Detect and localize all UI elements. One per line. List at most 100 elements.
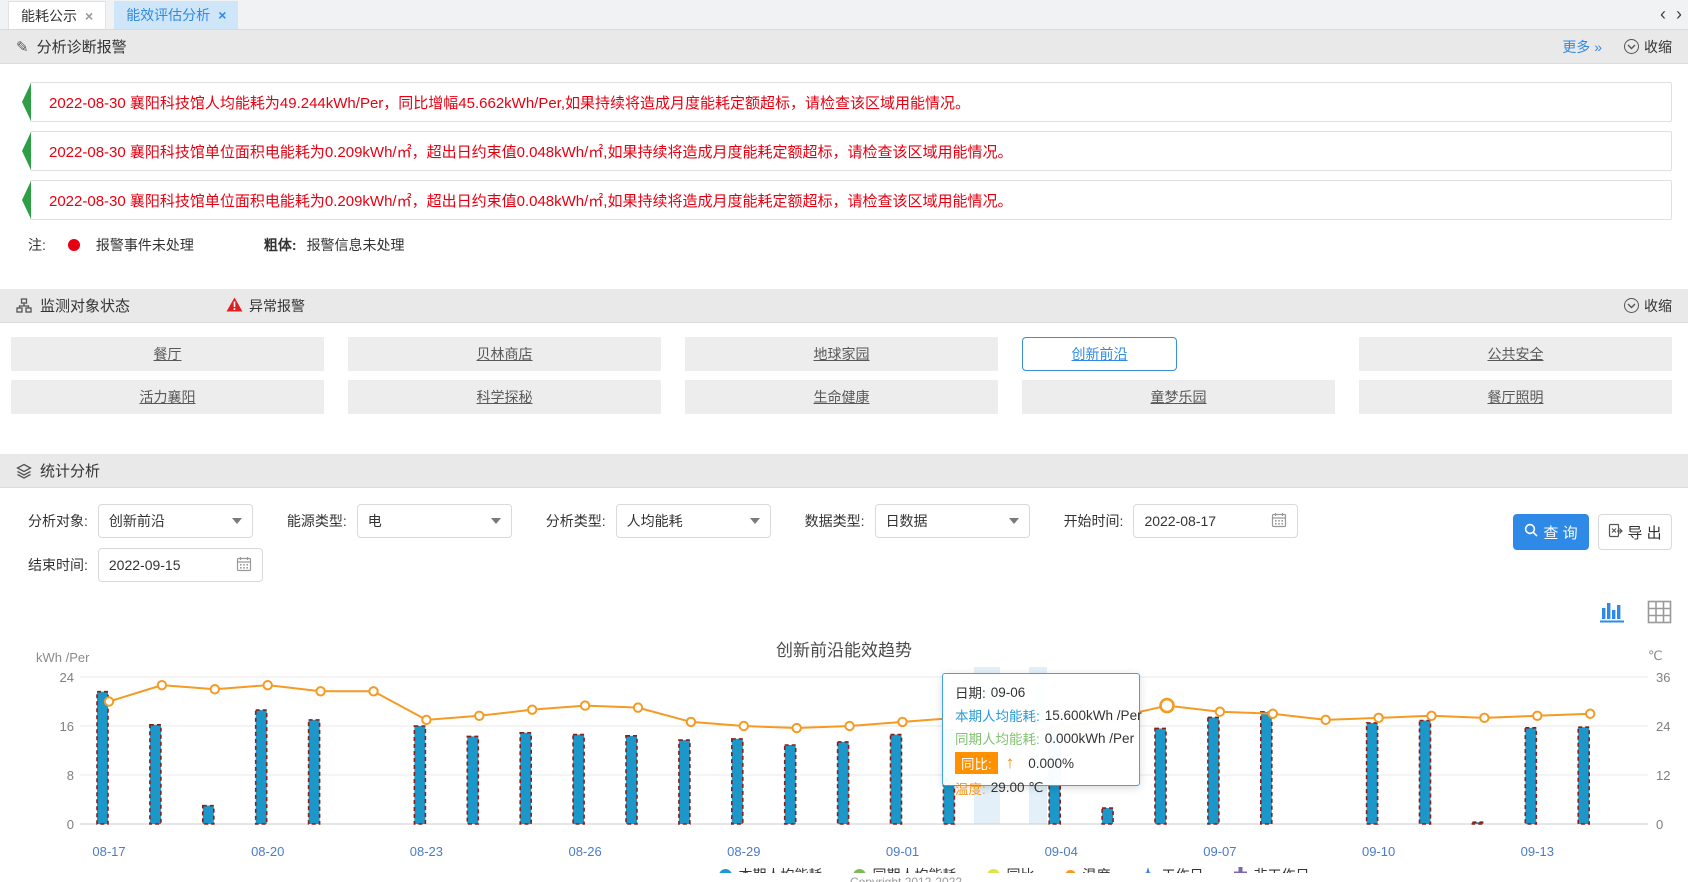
filter-value: 电 bbox=[368, 511, 491, 531]
x-axis-tick: 08-23 bbox=[410, 844, 443, 859]
bar-current-consumption[interactable] bbox=[414, 726, 425, 824]
bar-current-consumption[interactable] bbox=[679, 740, 690, 824]
collapse-button[interactable]: 收缩 bbox=[1624, 37, 1672, 57]
bar-current-consumption[interactable] bbox=[1578, 727, 1589, 824]
export-button[interactable]: 导 出 bbox=[1598, 514, 1672, 550]
alert-message: 2022-08-30 襄阳科技馆单位面积电能耗为0.209kWh/㎡，超出日约束… bbox=[49, 190, 1012, 211]
export-label: 导 出 bbox=[1627, 522, 1661, 543]
chart-view-table-icon[interactable] bbox=[1647, 600, 1672, 627]
tooltip-temp-value: 29.00 ℃ bbox=[991, 780, 1044, 796]
query-button[interactable]: 查 询 bbox=[1513, 514, 1589, 550]
close-icon[interactable]: × bbox=[85, 8, 93, 24]
green-flag-icon bbox=[22, 83, 31, 121]
temperature-point-hovered[interactable] bbox=[1161, 699, 1174, 712]
bar-current-consumption[interactable] bbox=[785, 745, 796, 824]
temperature-point[interactable] bbox=[793, 724, 801, 732]
alert-message: 2022-08-30 襄阳科技馆单位面积电能耗为0.209kWh/㎡，超出日约束… bbox=[49, 141, 1012, 162]
monitor-object-button[interactable]: 创新前沿 bbox=[1022, 337, 1177, 371]
temperature-point[interactable] bbox=[528, 705, 536, 713]
temperature-point[interactable] bbox=[845, 722, 853, 730]
y-axis-tick-left: 0 bbox=[67, 817, 74, 832]
temperature-point[interactable] bbox=[1586, 710, 1594, 718]
filter-group: 开始时间:2022-08-17 bbox=[1064, 504, 1299, 538]
tab-label: 能效评估分析 bbox=[126, 5, 210, 25]
tooltip-date: 09-06 bbox=[991, 685, 1026, 700]
bar-current-consumption[interactable] bbox=[1208, 717, 1219, 824]
bar-current-consumption[interactable] bbox=[1525, 728, 1536, 824]
tooltip-previous-value: 0.000kWh /Per bbox=[1045, 731, 1134, 746]
bar-current-consumption[interactable] bbox=[203, 806, 214, 824]
temperature-point[interactable] bbox=[1533, 712, 1541, 720]
monitor-object-button[interactable]: 餐厅照明 bbox=[1359, 380, 1672, 414]
filter-select[interactable]: 人均能耗 bbox=[616, 504, 771, 538]
temperature-point[interactable] bbox=[581, 701, 589, 709]
tab-energy-publicity[interactable]: 能耗公示 × bbox=[8, 1, 106, 29]
temperature-point[interactable] bbox=[211, 685, 219, 693]
monitor-object-button[interactable]: 餐厅 bbox=[11, 337, 324, 371]
bar-current-consumption[interactable] bbox=[626, 736, 637, 824]
monitor-object-button[interactable]: 地球家园 bbox=[685, 337, 998, 371]
temperature-point[interactable] bbox=[634, 703, 642, 711]
temperature-point[interactable] bbox=[687, 718, 695, 726]
bar-current-consumption[interactable] bbox=[467, 736, 478, 824]
tab-efficiency-analysis[interactable]: 能效评估分析 × bbox=[114, 1, 238, 29]
bar-current-consumption[interactable] bbox=[1102, 808, 1113, 824]
monitor-object-button[interactable]: 生命健康 bbox=[685, 380, 998, 414]
bar-current-consumption[interactable] bbox=[838, 742, 849, 824]
temperature-point[interactable] bbox=[316, 687, 324, 695]
temperature-point[interactable] bbox=[1269, 710, 1277, 718]
temperature-point[interactable] bbox=[740, 722, 748, 730]
chevron-left-icon[interactable]: ‹ bbox=[1660, 4, 1666, 24]
filter-select[interactable]: 创新前沿 bbox=[98, 504, 253, 538]
monitor-object-button[interactable]: 贝林商店 bbox=[348, 337, 661, 371]
monitor-object-label: 餐厅 bbox=[154, 344, 182, 364]
bar-current-consumption[interactable] bbox=[573, 735, 584, 824]
temperature-point[interactable] bbox=[1427, 712, 1435, 720]
temperature-point[interactable] bbox=[1374, 714, 1382, 722]
bar-current-consumption[interactable] bbox=[1261, 712, 1272, 824]
monitor-object-button[interactable]: 活力襄阳 bbox=[11, 380, 324, 414]
alert-item: 2022-08-30 襄阳科技馆单位面积电能耗为0.209kWh/㎡，超出日约束… bbox=[30, 131, 1672, 171]
bar-current-consumption[interactable] bbox=[1155, 728, 1166, 824]
y-axis-tick-left: 8 bbox=[67, 768, 74, 783]
temperature-point[interactable] bbox=[264, 681, 272, 689]
temperature-point[interactable] bbox=[475, 712, 483, 720]
tooltip-previous-label: 同期人均能耗: bbox=[955, 728, 1040, 748]
chevron-right-icon[interactable]: › bbox=[1676, 4, 1682, 24]
bar-current-consumption[interactable] bbox=[97, 692, 108, 824]
temperature-point[interactable] bbox=[898, 718, 906, 726]
bar-current-consumption[interactable] bbox=[1420, 720, 1431, 824]
temperature-point[interactable] bbox=[1480, 714, 1488, 722]
monitor-object-button[interactable]: 童梦乐园 bbox=[1022, 380, 1335, 414]
bar-current-consumption[interactable] bbox=[891, 735, 902, 824]
collapse-button[interactable]: 收缩 bbox=[1624, 296, 1672, 316]
bar-current-consumption[interactable] bbox=[732, 739, 743, 824]
temperature-point[interactable] bbox=[1322, 716, 1330, 724]
chart-view-bar-icon[interactable] bbox=[1599, 600, 1625, 627]
more-link[interactable]: 更多 » bbox=[1562, 37, 1602, 57]
alert-legend-note: 注: 报警事件未处理 粗体: 报警信息未处理 bbox=[0, 229, 1688, 261]
temperature-point[interactable] bbox=[1216, 708, 1224, 716]
bar-current-consumption[interactable] bbox=[520, 733, 531, 824]
alert-message: 2022-08-30 襄阳科技馆人均能耗为49.244kWh/Per，同比增幅4… bbox=[49, 92, 970, 113]
filter-date-input[interactable]: 2022-09-15 bbox=[98, 548, 263, 582]
y-axis-tick-right: 36 bbox=[1656, 670, 1670, 685]
temperature-point[interactable] bbox=[422, 716, 430, 724]
filter-label: 数据类型: bbox=[805, 511, 865, 531]
bar-current-consumption[interactable] bbox=[1367, 723, 1378, 824]
close-icon[interactable]: × bbox=[218, 7, 226, 23]
filter-select[interactable]: 日数据 bbox=[875, 504, 1030, 538]
temperature-point[interactable] bbox=[158, 681, 166, 689]
bar-current-consumption[interactable] bbox=[150, 725, 161, 824]
filter-select[interactable]: 电 bbox=[357, 504, 512, 538]
monitor-object-button[interactable]: 公共安全 bbox=[1359, 337, 1672, 371]
bar-current-consumption[interactable] bbox=[1472, 822, 1483, 824]
monitor-object-button[interactable]: 科学探秘 bbox=[348, 380, 661, 414]
temperature-point[interactable] bbox=[369, 687, 377, 695]
temperature-point[interactable] bbox=[105, 697, 113, 705]
filter-date-input[interactable]: 2022-08-17 bbox=[1133, 504, 1298, 538]
abnormal-alarm[interactable]: 异常报警 bbox=[226, 296, 305, 316]
bar-current-consumption[interactable] bbox=[309, 720, 320, 824]
bar-current-consumption[interactable] bbox=[256, 710, 267, 824]
filter-label: 结束时间: bbox=[28, 555, 88, 575]
